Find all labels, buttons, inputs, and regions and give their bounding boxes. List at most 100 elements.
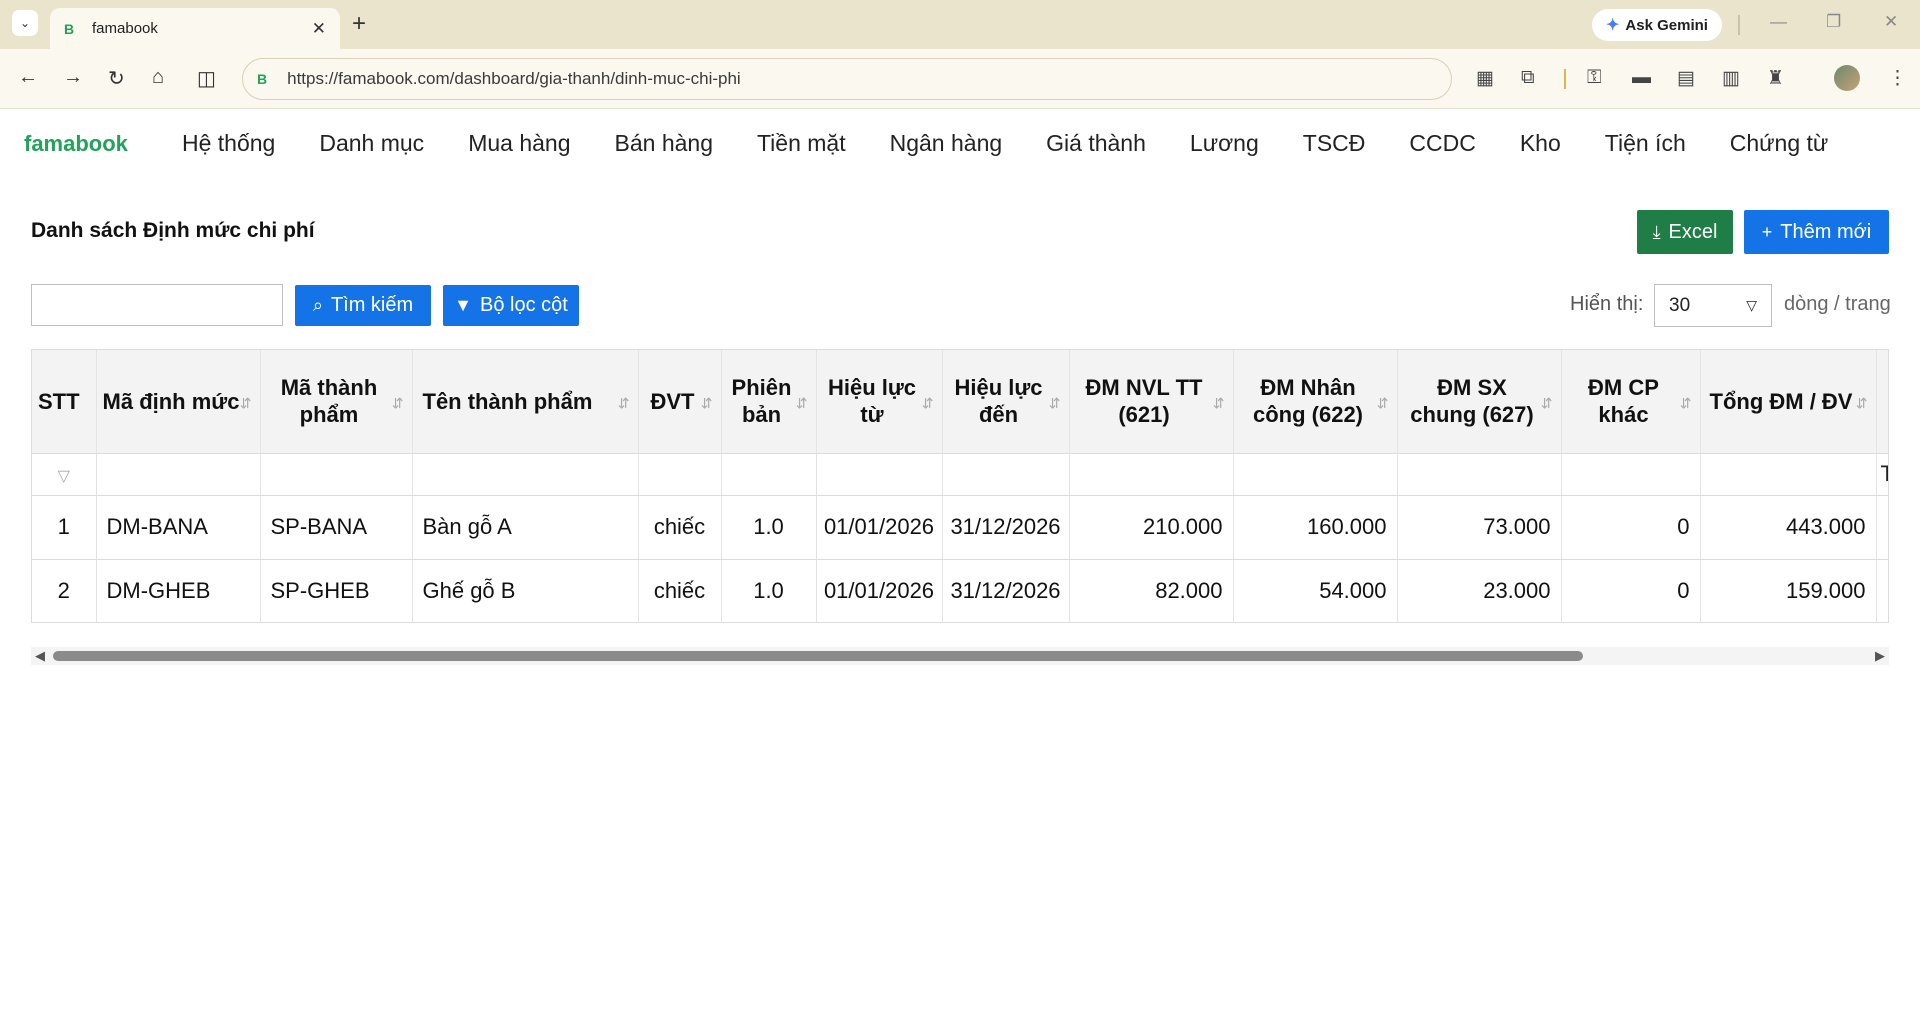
filter-row: ▽ T xyxy=(32,453,1888,496)
col-header-ma-thanh-pham[interactable]: Mã thành phẩm ⇵ xyxy=(260,350,413,454)
excel-label: Excel xyxy=(1668,220,1718,243)
password-key-icon[interactable]: ⚿ xyxy=(1587,67,1601,89)
window-close-icon[interactable]: ✕ xyxy=(1884,12,1898,32)
menu-item-tien-mat[interactable]: Tiền mặt xyxy=(757,130,846,157)
page-size-select[interactable]: 30 ▽ xyxy=(1654,284,1772,327)
search-button[interactable]: ⌕ Tìm kiếm xyxy=(295,285,431,326)
cell-hieu-luc-den: 31/12/2026 xyxy=(942,495,1070,560)
filter-cell[interactable] xyxy=(1561,453,1701,496)
col-header-dm-nhan-cong[interactable]: ĐM Nhân công (622) ⇵ xyxy=(1233,350,1398,454)
filter-icon[interactable]: ▽ xyxy=(58,468,70,485)
sort-icon[interactable]: ⇵ xyxy=(1856,390,1868,417)
menu-item-tscd[interactable]: TSCĐ xyxy=(1303,130,1366,157)
sort-icon[interactable]: ⇵ xyxy=(701,390,713,417)
col-header-phien-ban[interactable]: Phiên bản ⇵ xyxy=(721,350,817,454)
scroll-left-arrow-icon[interactable]: ◀ xyxy=(35,648,45,664)
filter-cell[interactable] xyxy=(1700,453,1877,496)
cell-overflow xyxy=(1876,559,1888,622)
restore-icon[interactable]: ❐ xyxy=(1826,12,1841,32)
brand-logo[interactable]: famabook xyxy=(24,131,128,157)
back-arrow-icon[interactable]: ← xyxy=(18,66,38,89)
col-header-dm-cp-khac[interactable]: ĐM CP khác ⇵ xyxy=(1561,350,1701,454)
more-menu-icon[interactable]: ⋮ xyxy=(1888,67,1907,90)
sort-icon[interactable]: ⇵ xyxy=(1541,390,1553,417)
reload-icon[interactable]: ↻ xyxy=(108,66,125,91)
filter-cell[interactable] xyxy=(1233,453,1398,496)
col-header-ma-dinh-muc[interactable]: Mã định mức ⇵ xyxy=(96,350,261,454)
tab-layout-icon[interactable]: ▥ xyxy=(1722,67,1740,90)
filter-cell[interactable]: T xyxy=(1876,453,1888,496)
menu-item-gia-thanh[interactable]: Giá thành xyxy=(1046,130,1146,157)
incognito-icon[interactable]: ♜ xyxy=(1767,67,1784,90)
menu-item-danh-muc[interactable]: Danh mục xyxy=(319,130,424,157)
menu-item-he-thong[interactable]: Hệ thống xyxy=(182,130,275,157)
add-new-button[interactable]: + Thêm mới xyxy=(1744,210,1889,254)
filter-cell[interactable] xyxy=(412,453,639,496)
search-label: Tìm kiếm xyxy=(330,294,414,316)
tab-search-chevron-icon[interactable]: ⌄ xyxy=(12,10,38,36)
table-row[interactable]: 2 DM-GHEB SP-GHEB Ghế gỗ B chiếc 1.0 01/… xyxy=(32,559,1888,622)
site-info-icon[interactable]: B xyxy=(257,71,267,87)
reading-mode-icon[interactable]: ▤ xyxy=(1677,67,1695,90)
extensions-icon[interactable]: ⧉ xyxy=(1521,67,1535,89)
col-header-ten-thanh-pham[interactable]: Tên thành phẩm ⇵ xyxy=(412,350,639,454)
col-header-dm-nvl[interactable]: ĐM NVL TT (621) ⇵ xyxy=(1069,350,1234,454)
sort-icon[interactable]: ⇵ xyxy=(1213,390,1225,417)
minimize-icon[interactable]: — xyxy=(1770,12,1787,32)
url-text[interactable]: https://famabook.com/dashboard/gia-thanh… xyxy=(287,69,741,89)
col-header-tong-dm[interactable]: Tổng ĐM / ĐV ⇵ xyxy=(1700,350,1877,454)
menu-item-kho[interactable]: Kho xyxy=(1520,130,1561,157)
menu-item-ngan-hang[interactable]: Ngân hàng xyxy=(890,130,1003,157)
sort-icon[interactable]: ⇵ xyxy=(618,390,630,417)
sort-icon[interactable]: ⇵ xyxy=(796,390,808,417)
profile-avatar[interactable] xyxy=(1834,65,1860,91)
filter-cell[interactable] xyxy=(260,453,413,496)
filter-cell[interactable] xyxy=(721,453,817,496)
menu-item-mua-hang[interactable]: Mua hàng xyxy=(468,130,570,157)
home-icon[interactable]: ⌂ xyxy=(152,66,164,89)
sort-icon[interactable]: ⇵ xyxy=(1049,390,1061,417)
filter-cell[interactable] xyxy=(638,453,722,496)
sort-icon[interactable]: ⇵ xyxy=(922,390,934,417)
cell-overflow xyxy=(1876,495,1888,560)
scrollbar-thumb[interactable] xyxy=(53,651,1583,661)
filter-cell[interactable] xyxy=(96,453,261,496)
qr-code-icon[interactable]: ▦ xyxy=(1476,67,1494,90)
sort-icon[interactable]: ⇵ xyxy=(1377,390,1389,417)
menu-item-ban-hang[interactable]: Bán hàng xyxy=(615,130,713,157)
cell-dm-nhan-cong: 160.000 xyxy=(1233,495,1398,560)
new-tab-plus-icon[interactable]: + xyxy=(352,10,366,38)
col-header-stt[interactable]: STT xyxy=(32,350,97,454)
cell-phien-ban: 1.0 xyxy=(721,495,817,560)
col-header-hieu-luc-den[interactable]: Hiệu lực đến ⇵ xyxy=(942,350,1070,454)
filter-cell[interactable] xyxy=(1397,453,1562,496)
col-header-dvt[interactable]: ĐVT ⇵ xyxy=(638,350,722,454)
sort-icon[interactable]: ⇵ xyxy=(392,390,404,417)
payment-card-icon[interactable]: ▬ xyxy=(1632,67,1651,89)
filter-cell[interactable] xyxy=(816,453,943,496)
scroll-right-arrow-icon[interactable]: ▶ xyxy=(1875,648,1885,664)
chevron-down-icon: ▽ xyxy=(1746,297,1757,313)
sort-icon[interactable]: ⇵ xyxy=(240,390,252,417)
col-header-dm-sx-chung[interactable]: ĐM SX chung (627) ⇵ xyxy=(1397,350,1562,454)
search-input[interactable] xyxy=(31,284,283,326)
horizontal-scrollbar[interactable]: ◀ ▶ xyxy=(31,647,1889,665)
excel-export-button[interactable]: ⤓ Excel xyxy=(1637,210,1733,254)
ask-gemini-button[interactable]: ✦ Ask Gemini xyxy=(1592,9,1722,41)
address-bar[interactable]: B https://famabook.com/dashboard/gia-tha… xyxy=(242,58,1452,100)
filter-cell[interactable]: ▽ xyxy=(32,453,97,496)
menu-item-luong[interactable]: Lương xyxy=(1190,130,1259,157)
col-header-hieu-luc-tu[interactable]: Hiệu lực từ ⇵ xyxy=(816,350,943,454)
table-row[interactable]: 1 DM-BANA SP-BANA Bàn gỗ A chiếc 1.0 01/… xyxy=(32,495,1888,560)
column-filter-button[interactable]: ▼ Bộ lọc cột xyxy=(443,285,579,326)
tab-close-icon[interactable]: ✕ xyxy=(312,19,326,39)
menu-item-chung-tu[interactable]: Chứng từ xyxy=(1730,130,1829,157)
sort-icon[interactable]: ⇵ xyxy=(1680,390,1692,417)
filter-cell[interactable] xyxy=(1069,453,1234,496)
split-view-icon[interactable]: ◫ xyxy=(197,66,216,91)
menu-item-ccdc[interactable]: CCDC xyxy=(1409,130,1475,157)
menu-item-tien-ich[interactable]: Tiện ích xyxy=(1605,130,1686,157)
filter-cell[interactable] xyxy=(942,453,1070,496)
forward-arrow-icon[interactable]: → xyxy=(63,66,83,89)
browser-tab[interactable]: B famabook ✕ xyxy=(50,8,340,49)
